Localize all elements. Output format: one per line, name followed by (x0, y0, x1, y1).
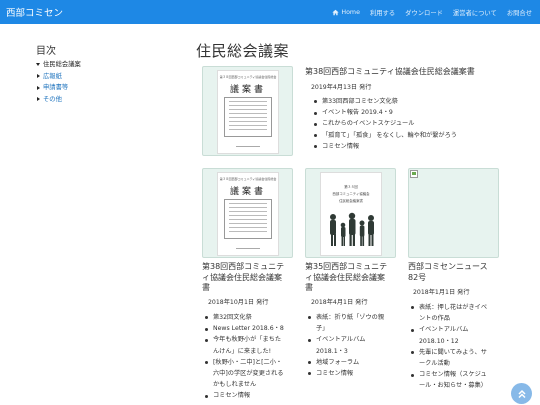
caret-right-icon (37, 85, 40, 90)
document-cover-image: 第３８回西部コミュニティ協議会住民総会 議案書 (217, 172, 279, 256)
cover-text: 西部コミュニティ協議会 (332, 192, 370, 196)
entry-date: 2019年4月13日 発行 (311, 84, 372, 91)
cover-title: 議案書 (229, 85, 266, 95)
entry-title-line: 西部コミセンニュース (408, 262, 488, 271)
entry-date: 2018年1月1日 発行 (413, 289, 470, 296)
toc-item-label: 申請書等 (43, 84, 69, 91)
list-item-continued: ントの作品 (419, 315, 450, 323)
entry-title[interactable]: 第38回西部コミュニテ ィ協議会住民総会議案 書 (202, 262, 296, 294)
site-brand[interactable]: 西部コミセン (6, 5, 63, 19)
entry-title[interactable]: 第38回西部コミュニティ協議会住民総会議案書 (305, 67, 535, 78)
double-chevron-up-icon (517, 389, 526, 398)
toc-item-label: その他 (43, 95, 62, 103)
nav-home-label: Home (341, 8, 360, 16)
nav-contact[interactable]: お問合せ (507, 8, 532, 17)
scroll-to-top-button[interactable] (511, 383, 532, 404)
cover-title: 議案書 (229, 187, 266, 197)
main-nav: Home 利用する ダウンロード 運営者について お問合せ (332, 0, 532, 24)
toc-item-label: 広報紙 (43, 72, 62, 80)
list-item: コミセン情報 (313, 141, 457, 152)
list-item: [秋野小・二中]と[二小・ (204, 357, 284, 368)
toc-list: 住民総会議案 広報紙 申請書等 その他 (36, 59, 81, 105)
entry-title-line: 書 (202, 283, 210, 292)
nav-use[interactable]: 利用する (370, 8, 395, 17)
list-item: コミセン情報 (204, 390, 284, 401)
list-item-continued: 2018.1・3 (316, 347, 348, 355)
document-cover-image: 第３８回西部コミュニティ協議会住民総会 議案書 (217, 70, 279, 154)
entry-title[interactable]: 西部コミセンニュース 82号 (408, 262, 508, 283)
caret-right-icon (37, 97, 40, 102)
entry-contents-list: 第32回文化祭 News Letter 2018.6・8 今年も秋野小が「まちた… (204, 312, 284, 402)
toc-item-other[interactable]: その他 (36, 94, 81, 106)
pamphlet-cover-image: 第３５回 西部コミュニティ協議会 住民総会議案書 (320, 172, 382, 256)
list-item: 先輩に聞いてみよう、サ (410, 347, 487, 358)
list-item: イベント報告 2019.4・9 (313, 107, 457, 118)
top-navbar: 西部コミセン Home 利用する ダウンロード 運営者について お問合せ (0, 0, 540, 24)
list-item-continued: 2018.10・12 (419, 337, 459, 345)
family-silhouette-illustration (330, 212, 374, 246)
caret-down-icon (36, 63, 40, 67)
entry-thumbnail[interactable]: 第３８回西部コミュニティ協議会住民総会 議案書 (202, 168, 293, 258)
nav-about[interactable]: 運営者について (453, 8, 497, 17)
list-item-continued: んけん」に来ました! (213, 347, 272, 355)
list-item: これからのイベントスケジュール (313, 118, 457, 129)
entry-title[interactable]: 第35回西部コミュニテ ィ協議会住民総会議案 書 (305, 262, 399, 294)
entry-title-line: 書 (305, 283, 313, 292)
entry-thumbnail[interactable]: 第３５回 西部コミュニティ協議会 住民総会議案書 (305, 168, 396, 258)
entry-contents-list: 表紙：押し花はがきイベ ントの作品 イベントアルバム 2018.10・12 先輩… (410, 302, 487, 392)
page-title: 住民総会議案 (196, 42, 290, 60)
entry-contents-list: 第33回西部コミセン文化祭 イベント報告 2019.4・9 これからのイベントス… (313, 96, 457, 152)
list-item: 第32回文化祭 (204, 312, 284, 323)
cover-footer-line (236, 248, 260, 249)
list-item: イベントアルバム (410, 324, 487, 335)
list-item-continued: かもしれません (213, 381, 257, 389)
list-item-continued: ール・お知らせ・募集） (419, 382, 487, 390)
entry-date: 2018年10月1日 発行 (208, 299, 269, 306)
toc-item-kouhou[interactable]: 広報紙 (36, 71, 81, 83)
cover-caption: 第３８回西部コミュニティ協議会住民総会 (219, 177, 277, 181)
list-item: 地域フォーラム (307, 357, 384, 368)
entry-title-line: 82号 (408, 272, 427, 282)
broken-image-icon (410, 170, 418, 178)
entry-title-line: ィ協議会住民総会議案 (202, 272, 282, 282)
entry-thumbnail[interactable] (408, 168, 499, 258)
list-item: 今年も秋野小が「まちた (204, 334, 284, 345)
list-item: 表紙：押し花はがきイベ (410, 302, 487, 313)
entry-title-line: 第38回西部コミュニテ (202, 262, 285, 271)
caret-right-icon (37, 74, 40, 79)
list-item: News Letter 2018.6・8 (204, 323, 284, 334)
list-item: 「孤育て」「孤食」 をなくし、輪や和が繋がろう (313, 130, 457, 141)
list-item: 表紙：折り紙「ゾウの親 (307, 312, 384, 323)
cover-contents-box (224, 97, 272, 137)
list-item-continued: 子」 (316, 325, 329, 333)
list-item: コミセン情報 (307, 368, 384, 379)
cover-text: 住民総会議案書 (339, 199, 363, 203)
cover-text: 第３５回 (344, 185, 358, 189)
cover-caption: 第３８回西部コミュニティ協議会住民総会 (219, 75, 277, 79)
list-item: 第33回西部コミセン文化祭 (313, 96, 457, 107)
cover-footer-line (236, 146, 260, 147)
cover-contents-box (224, 199, 272, 239)
entry-thumbnail[interactable]: 第３８回西部コミュニティ協議会住民総会 議案書 (202, 66, 293, 156)
list-item-continued: ークル活動 (419, 360, 450, 368)
list-item-continued: 六中]の学区が変更される (213, 370, 284, 378)
home-icon (332, 9, 339, 15)
entry-date: 2018年4月1日 発行 (311, 299, 368, 306)
entry-title-line: 第35回西部コミュニテ (305, 262, 388, 271)
toc-item-current[interactable]: 住民総会議案 (36, 59, 81, 71)
list-item: イベントアルバム (307, 334, 384, 345)
toc-item-label: 住民総会議案 (43, 61, 81, 68)
toc-title: 目次 (36, 46, 56, 57)
entry-contents-list: 表紙：折り紙「ゾウの親 子」 イベントアルバム 2018.1・3 地域フォーラム… (307, 312, 384, 379)
list-item: コミセン情報（スケジュ (410, 369, 487, 380)
entry-title-line: ィ協議会住民総会議案 (305, 272, 385, 282)
nav-home[interactable]: Home (332, 9, 360, 16)
nav-download[interactable]: ダウンロード (405, 8, 443, 17)
toc-item-shinsei[interactable]: 申請書等 (36, 82, 81, 94)
